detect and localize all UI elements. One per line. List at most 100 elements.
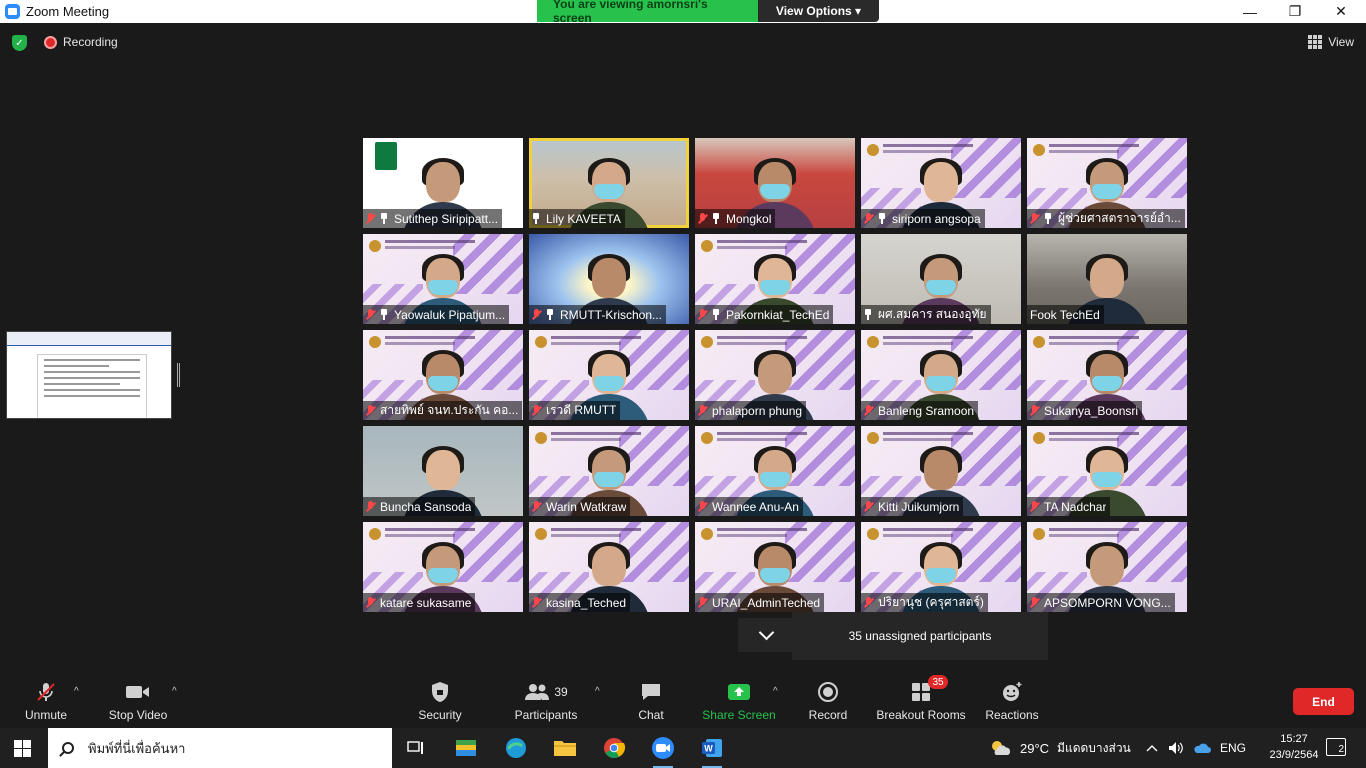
record-button[interactable]: Record xyxy=(808,674,848,728)
unassigned-participants-popup[interactable]: 35 unassigned participants xyxy=(792,606,1048,660)
recording-indicator[interactable]: Recording xyxy=(44,35,118,49)
participant-tile[interactable]: Mongkol xyxy=(695,138,855,228)
mic-muted-icon xyxy=(366,405,375,416)
participant-name: URAI_AdminTeched xyxy=(712,595,821,610)
university-seal-icon xyxy=(1033,528,1045,540)
participant-tile[interactable]: TA Nadchar xyxy=(1027,426,1187,516)
security-label: Security xyxy=(418,708,462,722)
windows-taskbar: พิมพ์ที่นี่เพื่อค้นหา W 29°C มีแดดบางส่ว… xyxy=(0,728,1366,768)
partly-sunny-icon xyxy=(992,741,1011,755)
taskbar-search-box[interactable]: พิมพ์ที่นี่เพื่อค้นหา xyxy=(48,728,392,768)
resize-handle[interactable] xyxy=(177,363,180,387)
participant-tile[interactable]: ผศ.สมคาร สนองอุทัย xyxy=(861,234,1021,324)
speaker-icon[interactable] xyxy=(1168,728,1184,768)
participant-tile[interactable]: APSOMPORN VONG... xyxy=(1027,522,1187,612)
share-options-caret[interactable]: ^ xyxy=(773,686,778,697)
unmute-button[interactable]: Unmute xyxy=(22,674,70,728)
audio-options-caret[interactable]: ^ xyxy=(74,686,79,697)
participant-name-label: APSOMPORN VONG... xyxy=(1027,593,1175,612)
breakout-rooms-button[interactable]: 35 Breakout Rooms xyxy=(876,674,966,728)
word-app-icon[interactable]: W xyxy=(698,734,726,768)
background-banner-line xyxy=(883,432,973,435)
mic-muted-icon xyxy=(532,501,541,512)
background-banner-line xyxy=(717,432,807,435)
shared-screen-thumbnail[interactable] xyxy=(6,331,172,419)
participant-name-label: สายทิพย์ จนท.ประกัน คอ... xyxy=(363,401,523,420)
participant-tile[interactable]: Yaowaluk Pipatjum... xyxy=(363,234,523,324)
system-clock[interactable]: 15:27 23/9/2564 xyxy=(1262,731,1326,763)
reactions-button[interactable]: Reactions xyxy=(985,674,1039,728)
end-meeting-button[interactable]: End xyxy=(1293,688,1354,715)
weather-temperature: 29°C xyxy=(1020,740,1050,756)
participant-tile[interactable]: RMUTT-Krischon... xyxy=(529,234,689,324)
chrome-browser-icon[interactable] xyxy=(600,734,628,762)
stop-video-button[interactable]: Stop Video xyxy=(107,674,169,728)
participant-tile[interactable]: Lily KAVEETA xyxy=(529,138,689,228)
pin-icon xyxy=(712,309,720,320)
participant-tile[interactable]: Warin Watkraw xyxy=(529,426,689,516)
minimize-button[interactable]: — xyxy=(1227,0,1273,23)
onedrive-cloud-icon[interactable] xyxy=(1193,728,1211,768)
mic-muted-icon xyxy=(698,501,707,512)
participant-tile[interactable]: phalaporn phung xyxy=(695,330,855,420)
participant-tile[interactable]: Sutithep Siripipatt... xyxy=(363,138,523,228)
bluestacks-app-icon[interactable] xyxy=(452,734,480,762)
tray-overflow-chevron-icon[interactable] xyxy=(1146,728,1158,768)
participant-name-label: Wannee Anu-An xyxy=(695,497,803,516)
participant-tile[interactable]: ปริยานุช (ครุศาสตร์) xyxy=(861,522,1021,612)
participant-tile[interactable]: kasina_Teched xyxy=(529,522,689,612)
encryption-shield-icon[interactable]: ✓ xyxy=(12,35,27,51)
participant-tile[interactable]: Fook TechEd xyxy=(1027,234,1187,324)
background-banner-line xyxy=(385,240,475,243)
background-banner-line xyxy=(551,342,621,345)
document-page xyxy=(37,354,147,418)
search-placeholder: พิมพ์ที่นี่เพื่อค้นหา xyxy=(88,740,186,756)
participants-button[interactable]: 39 Participants xyxy=(513,674,579,728)
participant-tile[interactable]: siriporn angsopa xyxy=(861,138,1021,228)
participant-name: Fook TechEd xyxy=(1030,307,1100,322)
participant-name: Sukanya_Boonsri xyxy=(1044,403,1139,418)
video-camera-icon xyxy=(125,681,151,703)
participant-tile[interactable]: Wannee Anu-An xyxy=(695,426,855,516)
language-indicator[interactable]: ENG xyxy=(1220,728,1246,768)
university-seal-icon xyxy=(701,432,713,444)
view-options-button[interactable]: View Options ▾ xyxy=(758,0,879,22)
participant-tile[interactable]: เรวดี RMUTT xyxy=(529,330,689,420)
participant-tile[interactable]: Pakornkiat_TechEd xyxy=(695,234,855,324)
file-explorer-icon[interactable] xyxy=(551,734,579,762)
close-button[interactable]: ✕ xyxy=(1318,0,1364,23)
participant-tile[interactable]: katare sukasame xyxy=(363,522,523,612)
security-button[interactable]: Security xyxy=(416,674,464,728)
participant-tile[interactable]: Banleng Sramoon xyxy=(861,330,1021,420)
participant-tile[interactable]: Kitti Juikumjorn xyxy=(861,426,1021,516)
share-screen-button[interactable]: Share Screen xyxy=(702,674,776,728)
participant-tile[interactable]: Sukanya_Boonsri xyxy=(1027,330,1187,420)
zoom-taskbar-icon[interactable] xyxy=(649,734,677,768)
background-banner-line xyxy=(551,438,621,441)
participant-tile[interactable]: ผู้ช่วยศาสตราจารย์อำ... xyxy=(1027,138,1187,228)
background-banner-line xyxy=(385,246,455,249)
task-view-icon[interactable] xyxy=(402,734,430,762)
edge-browser-icon[interactable] xyxy=(502,734,530,762)
windows-start-icon[interactable] xyxy=(14,740,31,757)
university-seal-icon xyxy=(369,528,381,540)
view-button[interactable]: View xyxy=(1308,35,1354,49)
video-options-caret[interactable]: ^ xyxy=(172,686,177,697)
participant-name: ผู้ช่วยศาสตราจารย์อำ... xyxy=(1058,211,1181,225)
participant-tile[interactable]: Buncha Sansoda xyxy=(363,426,523,516)
mic-muted-icon xyxy=(366,213,375,224)
weather-widget[interactable]: 29°C มีแดดบางส่วน xyxy=(988,728,1131,768)
participant-name: ปริยานุช (ครุศาสตร์) xyxy=(878,595,984,609)
participant-tile[interactable]: สายทิพย์ จนท.ประกัน คอ... xyxy=(363,330,523,420)
window-titlebar: Zoom Meeting You are viewing amornsri's … xyxy=(0,0,1366,25)
chat-button[interactable]: Chat xyxy=(634,674,668,728)
mic-muted-icon xyxy=(532,597,541,608)
collapse-chevron-button[interactable] xyxy=(738,618,794,652)
maximize-button[interactable]: ❐ xyxy=(1272,0,1318,23)
participants-options-caret[interactable]: ^ xyxy=(595,686,600,697)
university-seal-icon xyxy=(701,336,713,348)
record-icon xyxy=(815,681,841,703)
participant-tile[interactable]: URAI_AdminTeched xyxy=(695,522,855,612)
participant-name-label: Lily KAVEETA xyxy=(529,209,625,228)
notification-center-icon[interactable]: 2 xyxy=(1326,738,1346,756)
